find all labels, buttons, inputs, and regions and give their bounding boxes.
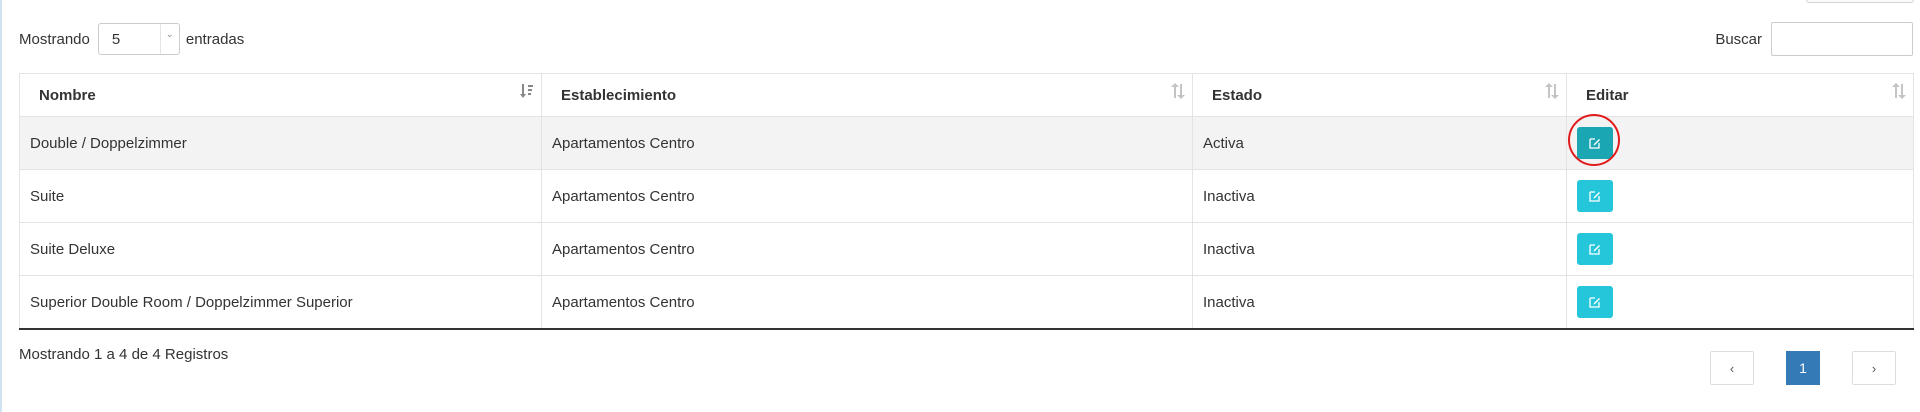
column-header-establecimiento[interactable]: Establecimiento	[541, 73, 1193, 117]
table-row: Double / Doppelzimmer Apartamentos Centr…	[19, 114, 1914, 170]
table-row: Suite Deluxe Apartamentos Centro Inactiv…	[19, 222, 1914, 276]
cell-nombre: Suite Deluxe	[19, 222, 542, 276]
column-header-label: Estado	[1212, 86, 1263, 104]
cell-estado: Inactiva	[1192, 222, 1567, 276]
column-header-label: Editar	[1586, 86, 1629, 104]
column-header-label: Establecimiento	[561, 86, 677, 104]
table-header-row: Nombre Establecimiento Estado Editar	[19, 73, 1914, 117]
chevron-left-icon: ‹	[1729, 360, 1735, 376]
edit-button[interactable]	[1577, 233, 1613, 265]
pagination-previous-button[interactable]: ‹	[1710, 351, 1754, 385]
column-header-editar[interactable]: Editar	[1566, 73, 1914, 117]
cell-estado: Inactiva	[1192, 275, 1567, 330]
column-header-label: Nombre	[39, 86, 96, 104]
search-input[interactable]	[1771, 22, 1913, 56]
entries-length-control: Mostrando 5 ⌄ entradas	[19, 22, 244, 56]
edit-button[interactable]	[1577, 127, 1613, 159]
cell-nombre: Double / Doppelzimmer	[19, 116, 542, 170]
cell-editar	[1566, 169, 1914, 223]
cell-establecimiento: Apartamentos Centro	[541, 222, 1193, 276]
entries-suffix-label: entradas	[185, 30, 245, 48]
entries-prefix-label: Mostrando	[19, 30, 90, 48]
column-header-estado[interactable]: Estado	[1192, 73, 1567, 117]
page-number-label: 1	[1799, 360, 1807, 376]
sort-arrows-icon	[1545, 83, 1559, 99]
entries-length-select[interactable]: 5 ⌄	[97, 23, 180, 55]
cell-editar	[1566, 114, 1914, 170]
edit-button[interactable]	[1577, 180, 1613, 212]
table-row: Superior Double Room / Doppelzimmer Supe…	[19, 275, 1914, 330]
cell-establecimiento: Apartamentos Centro	[541, 275, 1193, 330]
edit-square-icon	[1589, 297, 1600, 308]
sort-arrows-icon	[1171, 83, 1185, 99]
rooms-table: Nombre Establecimiento Estado Editar Dou…	[19, 73, 1914, 330]
search-label: Buscar	[1715, 30, 1762, 48]
page-left-border	[0, 0, 2, 412]
cell-nombre: Suite	[19, 169, 542, 223]
edit-square-icon	[1589, 138, 1600, 149]
edit-square-icon	[1589, 244, 1600, 255]
table-row: Suite Apartamentos Centro Inactiva	[19, 169, 1914, 223]
sort-arrows-icon	[1892, 83, 1906, 99]
cell-editar	[1566, 275, 1914, 330]
toolbar-button-fragment[interactable]	[1806, 0, 1914, 3]
edit-square-icon	[1589, 191, 1600, 202]
column-header-nombre[interactable]: Nombre	[19, 73, 542, 117]
edit-button[interactable]	[1577, 286, 1613, 318]
cell-nombre: Superior Double Room / Doppelzimmer Supe…	[19, 275, 542, 330]
cell-estado: Inactiva	[1192, 169, 1567, 223]
cell-establecimiento: Apartamentos Centro	[541, 169, 1193, 223]
sort-descending-icon	[520, 84, 533, 98]
chevron-down-icon: ⌄	[165, 29, 174, 40]
cell-establecimiento: Apartamentos Centro	[541, 116, 1193, 170]
cell-estado: Activa	[1192, 116, 1567, 170]
select-divider	[159, 24, 161, 54]
entries-length-value: 5	[111, 31, 121, 48]
chevron-right-icon: ›	[1871, 360, 1877, 376]
cell-editar	[1566, 222, 1914, 276]
table-info-text: Mostrando 1 a 4 de 4 Registros	[19, 346, 229, 363]
pagination-next-button[interactable]: ›	[1852, 351, 1896, 385]
pagination-page-1[interactable]: 1	[1786, 351, 1820, 385]
search-control: Buscar	[1715, 22, 1913, 56]
